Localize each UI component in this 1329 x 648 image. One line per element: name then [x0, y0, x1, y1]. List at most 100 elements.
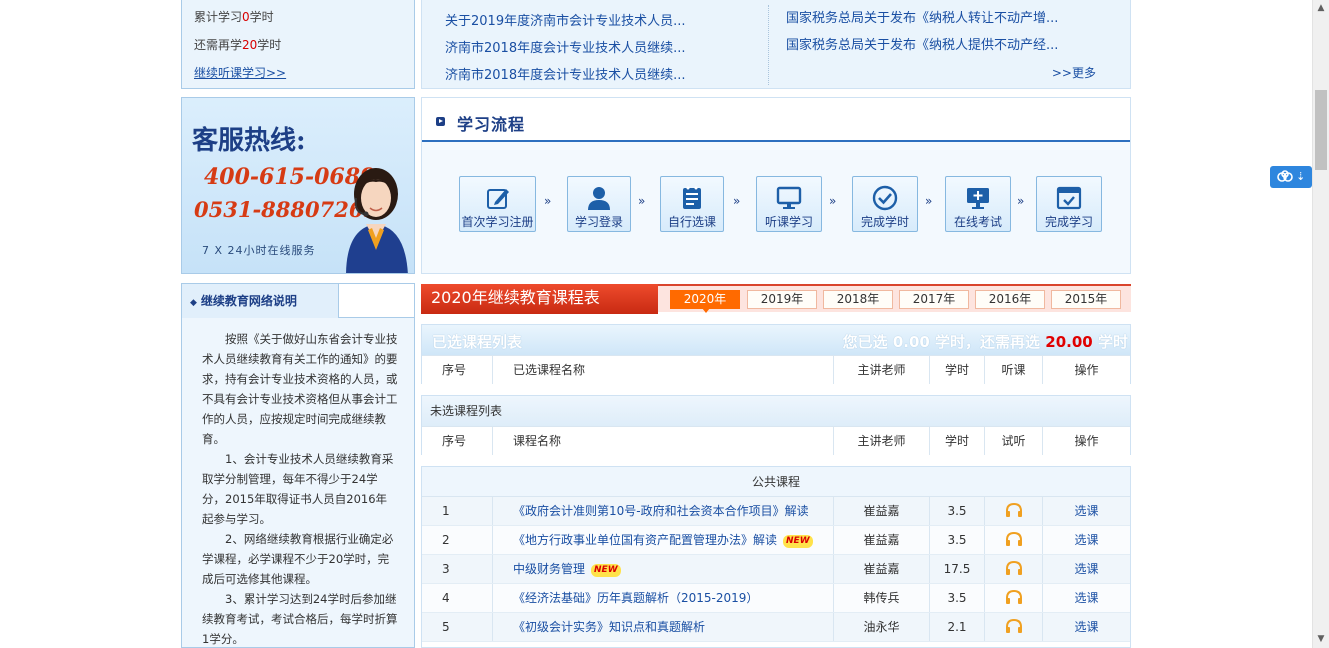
news-link[interactable]: 国家税务总局关于发布《纳税人转让不动产增...: [786, 5, 1058, 32]
cloud-icon: [1276, 170, 1293, 182]
trial-listen-button[interactable]: [985, 526, 1043, 554]
step-register[interactable]: 首次学习注册: [459, 176, 536, 232]
new-badge: NEW: [591, 564, 621, 577]
course-teacher: 崔益嘉: [834, 555, 930, 583]
flow-arrow: »: [829, 194, 836, 208]
flow-arrow: »: [1017, 194, 1024, 208]
table-header: 序号 已选课程名称 主讲老师 学时 听课 操作: [422, 355, 1130, 384]
divider: [768, 5, 769, 85]
course-teacher: 韩传兵: [834, 584, 930, 612]
user-icon: [588, 187, 610, 210]
public-courses-category: 公共课程: [422, 467, 1130, 497]
news-panel: 关于2019年度济南市会计专业技术人员... 济南市2018年度会计专业技术人员…: [421, 0, 1131, 89]
select-course-button[interactable]: 选课: [1043, 497, 1130, 525]
download-arrow-icon: ⇣: [1292, 170, 1306, 183]
study-flow-panel: 学习流程 首次学习注册 » 学习登录 » 自行选课 » 听课学习 » 完成学时 …: [421, 97, 1131, 274]
headphones-icon: [1005, 532, 1022, 546]
course-name-link[interactable]: 《初级会计实务》知识点和真题解析: [493, 613, 834, 641]
network-description-tab[interactable]: ◆ 继续教育网络说明: [182, 284, 339, 318]
course-name-link[interactable]: 中级财务管理 NEW: [493, 555, 834, 583]
unselected-courses-table: 未选课程列表 序号 课程名称 主讲老师 学时 试听 操作: [421, 395, 1131, 455]
study-status-box: 累计学习0学时 还需再学20学时 继续听课学习>>: [181, 0, 415, 89]
hotline-title: 客服热线:: [192, 126, 306, 156]
course-teacher: 油永华: [834, 613, 930, 641]
table-row: 4 《经济法基础》历年真题解析（2015-2019） 韩传兵 3.5 选课: [422, 584, 1130, 613]
network-description-text: 按照《关于做好山东省会计专业技术人员继续教育有关工作的通知》的要求，持有会计专业…: [202, 332, 398, 646]
step-attend-class[interactable]: 听课学习: [756, 176, 822, 232]
window-check-icon: [1056, 186, 1082, 210]
public-courses-table: 公共课程 1 《政府会计准则第10号-政府和社会资本合作项目》解读 崔益嘉 3.5 选课…: [421, 466, 1131, 648]
course-number: 4: [422, 584, 493, 612]
course-hours: 3.5: [930, 526, 985, 554]
remaining-hours: 还需再学20学时: [194, 38, 282, 52]
course-hours: 2.1: [930, 613, 985, 641]
news-link[interactable]: 关于2019年度济南市会计专业技术人员...: [445, 8, 685, 35]
course-hours: 17.5: [930, 555, 985, 583]
diamond-icon: ◆: [190, 298, 197, 308]
trial-listen-button[interactable]: [985, 584, 1043, 612]
monitor-icon: [776, 186, 802, 209]
year-tab-2018[interactable]: 2018年: [823, 290, 893, 309]
headphones-icon: [1005, 503, 1022, 517]
year-tab-2015[interactable]: 2015年: [1051, 290, 1121, 309]
play-bullet-icon: [436, 117, 445, 126]
more-news-link[interactable]: >>更多: [1052, 64, 1096, 81]
cloud-download-widget[interactable]: ⇣: [1270, 166, 1312, 188]
scrollbar-thumb[interactable]: [1315, 90, 1327, 170]
selected-hours-summary: 您已选 0.00 学时，还需再选 20.00 学时: [842, 333, 1128, 351]
news-link[interactable]: 济南市2018年度会计专业技术人员继续...: [445, 62, 685, 89]
step-select-course[interactable]: 自行选课: [660, 176, 724, 232]
step-complete-hours[interactable]: 完成学时: [852, 176, 918, 232]
course-name-link[interactable]: 《经济法基础》历年真题解析（2015-2019）: [493, 584, 834, 612]
year-tab-2017[interactable]: 2017年: [899, 290, 969, 309]
trial-listen-button[interactable]: [985, 613, 1043, 641]
trial-listen-button[interactable]: [985, 497, 1043, 525]
news-link[interactable]: 国家税务总局关于发布《纳税人提供不动产经...: [786, 32, 1058, 59]
selected-courses-table: 已选课程列表 您已选 0.00 学时，还需再选 20.00 学时 序号 已选课程…: [421, 324, 1131, 384]
step-login[interactable]: 学习登录: [567, 176, 631, 232]
course-schedule-title: 2020年继续教育课程表: [421, 284, 658, 314]
network-description-panel: ◆ 继续教育网络说明 按照《关于做好山东省会计专业技术人员继续教育有关工作的通知》…: [181, 283, 415, 648]
trial-listen-button[interactable]: [985, 555, 1043, 583]
select-course-button[interactable]: 选课: [1043, 526, 1130, 554]
edit-icon: [486, 189, 509, 209]
screen-plus-icon: [967, 188, 989, 209]
table-row: 2 《地方行政事业单位国有资产配置管理办法》解读 NEW 崔益嘉 3.5 选课: [422, 526, 1130, 555]
course-hours: 3.5: [930, 584, 985, 612]
course-teacher: 崔益嘉: [834, 497, 930, 525]
course-schedule-header: 2020年继续教育课程表 2020年 2019年 2018年 2017年 201…: [421, 284, 1131, 314]
page: 累计学习0学时 还需再学20学时 继续听课学习>> 客服热线: 400-615-…: [181, 0, 1131, 648]
step-online-exam[interactable]: 在线考试: [945, 176, 1011, 232]
course-number: 2: [422, 526, 493, 554]
table-header: 序号 课程名称 主讲老师 学时 试听 操作: [422, 426, 1130, 455]
news-link[interactable]: 济南市2018年度会计专业技术人员继续...: [445, 35, 685, 62]
select-course-button[interactable]: 选课: [1043, 555, 1130, 583]
table-row: 3 中级财务管理 NEW 崔益嘉 17.5 选课: [422, 555, 1130, 584]
year-tab-2016[interactable]: 2016年: [975, 290, 1045, 309]
selected-courses-title: 已选课程列表: [432, 333, 523, 351]
hotline-service-hours: 7 X 24小时在线服务: [202, 244, 316, 257]
flow-arrow: »: [925, 194, 932, 208]
table-row: 1 《政府会计准则第10号-政府和社会资本合作项目》解读 崔益嘉 3.5 选课: [422, 497, 1130, 526]
select-course-button[interactable]: 选课: [1043, 613, 1130, 641]
course-number: 3: [422, 555, 493, 583]
checklist-icon: [683, 186, 701, 209]
vertical-scrollbar[interactable]: ▲ ▼: [1312, 0, 1329, 648]
flow-arrow: »: [638, 194, 645, 208]
flow-arrow: »: [733, 194, 740, 208]
select-course-button[interactable]: 选课: [1043, 584, 1130, 612]
year-tab-2019[interactable]: 2019年: [747, 290, 817, 309]
course-name-link[interactable]: 《地方行政事业单位国有资产配置管理办法》解读 NEW: [493, 526, 834, 554]
course-number: 1: [422, 497, 493, 525]
step-finish-study[interactable]: 完成学习: [1036, 176, 1102, 232]
hotline-banner: 客服热线: 400-615-0689 0531-88807265 7 X 24小…: [181, 97, 415, 274]
headphones-icon: [1005, 619, 1022, 633]
course-name-link[interactable]: 《政府会计准则第10号-政府和社会资本合作项目》解读: [493, 497, 834, 525]
year-tab-2020[interactable]: 2020年: [670, 290, 740, 313]
scroll-up-icon[interactable]: ▲: [1313, 0, 1329, 17]
scroll-down-icon[interactable]: ▼: [1313, 631, 1329, 648]
continue-study-link[interactable]: 继续听课学习>>: [194, 66, 286, 80]
accumulated-hours: 累计学习0学时: [194, 10, 274, 24]
customer-service-agent-image: [346, 168, 408, 273]
headphones-icon: [1005, 561, 1022, 575]
